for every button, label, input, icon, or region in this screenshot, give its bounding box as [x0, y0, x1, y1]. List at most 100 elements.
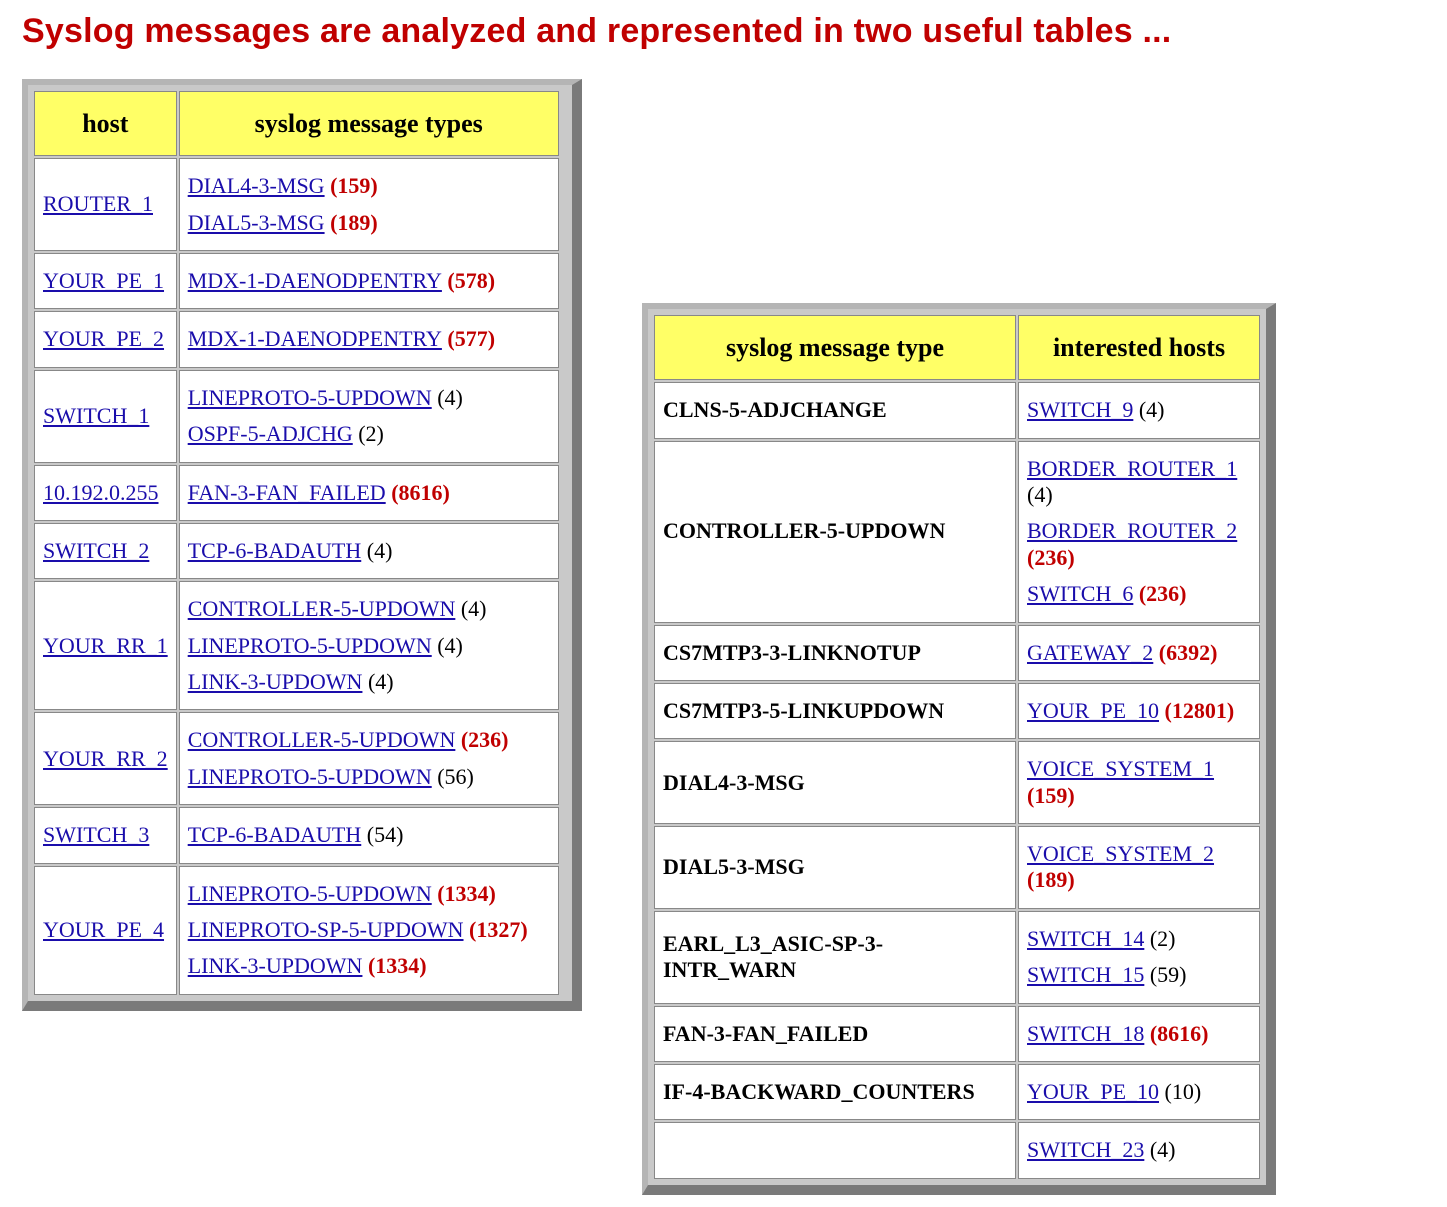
- host-link[interactable]: BORDER_ROUTER_2: [1027, 518, 1237, 543]
- table-row: SWITCH_2 TCP-6-BADAUTH (4): [34, 523, 559, 579]
- host-link[interactable]: SWITCH_9: [1027, 397, 1133, 422]
- host-link[interactable]: 10.192.0.255: [43, 480, 159, 505]
- syslog-type-link[interactable]: CONTROLLER-5-UPDOWN: [188, 596, 456, 621]
- syslog-type-link[interactable]: TCP-6-BADAUTH: [188, 538, 362, 563]
- table-row: CONTROLLER-5-UPDOWN BORDER_ROUTER_1 (4) BO…: [654, 441, 1260, 623]
- table-row: YOUR_PE_2 MDX-1-DAENODPENTRY (577): [34, 311, 559, 367]
- syslog-type-cell: [654, 1122, 1016, 1178]
- count-value: (189): [1027, 867, 1075, 892]
- host-table-header-types: syslog message types: [179, 91, 559, 156]
- table-row: CS7MTP3-3-LINKNOTUPGATEWAY_2 (6392): [654, 625, 1260, 681]
- table-row: CS7MTP3-5-LINKUPDOWN YOUR_PE_10 (12801): [654, 683, 1260, 739]
- syslog-type-link[interactable]: LINEPROTO-5-UPDOWN: [188, 764, 432, 789]
- host-link[interactable]: VOICE_SYSTEM_2: [1027, 841, 1214, 866]
- syslog-type-link[interactable]: CONTROLLER-5-UPDOWN: [188, 727, 456, 752]
- page-title: Syslog messages are analyzed and represe…: [22, 12, 1425, 51]
- count-value: (236): [1027, 545, 1075, 570]
- syslog-type-cell: IF-4-BACKWARD_COUNTERS: [654, 1064, 1016, 1120]
- count-value: (54): [361, 822, 403, 847]
- host-link[interactable]: YOUR_PE_4: [43, 917, 164, 942]
- syslog-type-link[interactable]: LINEPROTO-5-UPDOWN: [188, 881, 432, 906]
- host-link[interactable]: VOICE_SYSTEM_1: [1027, 756, 1214, 781]
- syslog-type-link[interactable]: LINK-3-UPDOWN: [188, 953, 363, 978]
- count-value: (12801): [1159, 698, 1234, 723]
- host-link[interactable]: YOUR_PE_10: [1027, 1079, 1159, 1104]
- count-value: (2): [1144, 926, 1175, 951]
- syslog-type-cell: CS7MTP3-3-LINKNOTUP: [654, 625, 1016, 681]
- host-link[interactable]: SWITCH_2: [43, 538, 149, 563]
- table-row: CLNS-5-ADJCHANGE SWITCH_9 (4): [654, 382, 1260, 438]
- syslog-type-link[interactable]: DIAL5-3-MSG: [188, 210, 325, 235]
- host-link[interactable]: BORDER_ROUTER_1: [1027, 456, 1237, 481]
- syslog-type-link[interactable]: TCP-6-BADAUTH: [188, 822, 362, 847]
- count-value: (1327): [464, 917, 528, 942]
- table-row: SWITCH_3 TCP-6-BADAUTH (54): [34, 807, 559, 863]
- count-value: (4): [455, 596, 486, 621]
- host-link[interactable]: SWITCH_3: [43, 822, 149, 847]
- count-value: (59): [1144, 962, 1186, 987]
- syslog-type-link[interactable]: OSPF-5-ADJCHG: [188, 421, 353, 446]
- table-row: DIAL4-3-MSG VOICE_SYSTEM_1 (159): [654, 741, 1260, 824]
- host-link[interactable]: SWITCH_6: [1027, 581, 1133, 606]
- message-type-table-panel: syslog message type interested hosts CLN…: [642, 303, 1276, 1195]
- syslog-type-link[interactable]: MDX-1-DAENODPENTRY: [188, 268, 442, 293]
- host-link[interactable]: ROUTER_1: [43, 191, 153, 216]
- count-value: (4): [361, 538, 392, 563]
- count-value: (159): [325, 173, 378, 198]
- host-link[interactable]: SWITCH_23: [1027, 1137, 1144, 1162]
- message-type-table: syslog message type interested hosts CLN…: [652, 313, 1262, 1181]
- count-value: (578): [442, 268, 495, 293]
- table-row: 10.192.0.255 FAN-3-FAN_FAILED (8616): [34, 465, 559, 521]
- syslog-type-cell: DIAL4-3-MSG: [654, 741, 1016, 824]
- count-value: (236): [1133, 581, 1186, 606]
- host-link[interactable]: SWITCH_14: [1027, 926, 1144, 951]
- table-row: YOUR_PE_1 MDX-1-DAENODPENTRY (578): [34, 253, 559, 309]
- syslog-type-link[interactable]: DIAL4-3-MSG: [188, 173, 325, 198]
- count-value: (159): [1027, 783, 1075, 808]
- count-value: (4): [432, 385, 463, 410]
- count-value: (4): [1027, 482, 1053, 507]
- syslog-type-cell: FAN-3-FAN_FAILED: [654, 1006, 1016, 1062]
- syslog-type-link[interactable]: MDX-1-DAENODPENTRY: [188, 326, 442, 351]
- syslog-type-cell: CLNS-5-ADJCHANGE: [654, 382, 1016, 438]
- host-link[interactable]: SWITCH_15: [1027, 962, 1144, 987]
- count-value: (10): [1159, 1079, 1201, 1104]
- count-value: (4): [1133, 397, 1164, 422]
- syslog-type-link[interactable]: LINEPROTO-SP-5-UPDOWN: [188, 917, 464, 942]
- syslog-type-cell: EARL_L3_ASIC-SP-3-INTR_WARN: [654, 911, 1016, 1004]
- count-value: (4): [362, 669, 393, 694]
- syslog-type-cell: DIAL5-3-MSG: [654, 826, 1016, 909]
- count-value: (8616): [386, 480, 450, 505]
- table-row: IF-4-BACKWARD_COUNTERS YOUR_PE_10 (10): [654, 1064, 1260, 1120]
- host-link[interactable]: SWITCH_18: [1027, 1021, 1144, 1046]
- syslog-type-link[interactable]: FAN-3-FAN_FAILED: [188, 480, 386, 505]
- count-value: (56): [432, 764, 474, 789]
- syslog-type-link[interactable]: LINEPROTO-5-UPDOWN: [188, 385, 432, 410]
- syslog-type-link[interactable]: LINEPROTO-5-UPDOWN: [188, 633, 432, 658]
- table-row: EARL_L3_ASIC-SP-3-INTR_WARN SWITCH_14 (2)…: [654, 911, 1260, 1004]
- host-link[interactable]: YOUR_PE_2: [43, 326, 164, 351]
- host-link[interactable]: YOUR_RR_1: [43, 633, 168, 658]
- host-link[interactable]: GATEWAY_2: [1027, 640, 1153, 665]
- count-value: (236): [455, 727, 508, 752]
- syslog-type-cell: CONTROLLER-5-UPDOWN: [654, 441, 1016, 623]
- host-link[interactable]: SWITCH_1: [43, 403, 149, 428]
- table-row: FAN-3-FAN_FAILED SWITCH_18 (8616): [654, 1006, 1260, 1062]
- host-table-panel: host syslog message types ROUTER_1DIAL4-…: [22, 79, 582, 1011]
- host-link[interactable]: YOUR_RR_2: [43, 746, 168, 771]
- table-row: SWITCH_1 LINEPROTO-5-UPDOWN (4) OSPF-5-ADJ…: [34, 370, 559, 463]
- host-link[interactable]: YOUR_PE_10: [1027, 698, 1159, 723]
- table-row: YOUR_PE_4LINEPROTO-5-UPDOWN (1334)LINEPR…: [34, 866, 559, 995]
- syslog-type-cell: CS7MTP3-5-LINKUPDOWN: [654, 683, 1016, 739]
- count-value: (8616): [1144, 1021, 1208, 1046]
- table-row: YOUR_RR_2 CONTROLLER-5-UPDOWN (236) LINEPR…: [34, 712, 559, 805]
- message-type-table-header-hosts: interested hosts: [1018, 315, 1260, 380]
- table-row: YOUR_RR_1 CONTROLLER-5-UPDOWN (4) LINEPROT…: [34, 581, 559, 710]
- syslog-type-link[interactable]: LINK-3-UPDOWN: [188, 669, 363, 694]
- host-table: host syslog message types ROUTER_1DIAL4-…: [32, 89, 561, 997]
- message-type-table-header-type: syslog message type: [654, 315, 1016, 380]
- count-value: (577): [442, 326, 495, 351]
- count-value: (189): [325, 210, 378, 235]
- table-row: ROUTER_1 DIAL4-3-MSG (159)DIAL5-3-MSG (18…: [34, 158, 559, 251]
- host-link[interactable]: YOUR_PE_1: [43, 268, 164, 293]
